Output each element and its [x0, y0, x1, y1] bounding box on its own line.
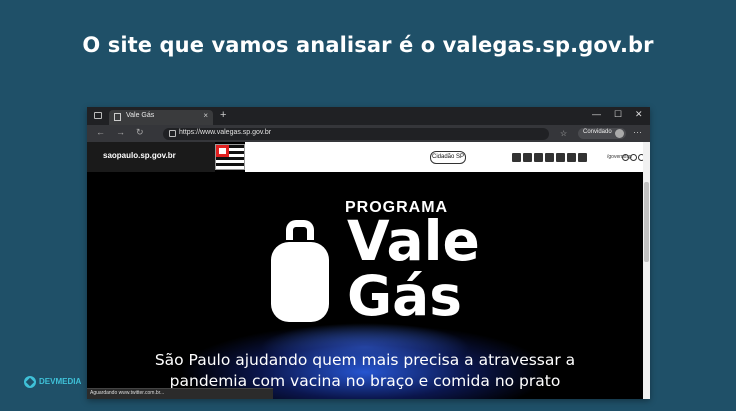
web-page: saopaulo.sp.gov.br Cidadão SP /governosp… — [87, 142, 643, 399]
twitter-icon[interactable] — [523, 153, 532, 162]
zoom-out-icon[interactable] — [622, 154, 629, 161]
tab-vale-gas[interactable]: Vale Gás × — [109, 110, 213, 125]
status-bar: Aguardando www.twitter.com.br... — [87, 388, 273, 399]
page-favicon-icon — [114, 113, 121, 121]
forward-button[interactable]: → — [116, 127, 125, 137]
slide-title: O site que vamos analisar é o valegas.sp… — [82, 33, 654, 57]
site-header-right: Cidadão SP /governosp — [245, 142, 643, 172]
site-header-left: saopaulo.sp.gov.br — [87, 142, 215, 172]
profile-label: Convidado — [583, 129, 612, 135]
address-bar[interactable]: https://www.valegas.sp.gov.br — [163, 128, 549, 140]
tab-title: Vale Gás — [126, 112, 155, 119]
back-button[interactable]: ← — [96, 127, 105, 137]
cidadao-sp-button[interactable]: Cidadão SP — [430, 151, 466, 164]
close-window-button[interactable]: ✕ — [635, 109, 643, 120]
hero-banner: PROGRAMA Vale Gás São Paulo ajudando que… — [87, 172, 643, 399]
menu-button[interactable]: ··· — [633, 127, 642, 137]
gas-heading: Gás — [347, 264, 462, 328]
profile-button[interactable]: Convidado — [578, 128, 626, 139]
reload-button[interactable]: ↻ — [136, 127, 144, 138]
status-text: Aguardando www.twitter.com.br... — [90, 390, 165, 396]
facebook-icon[interactable] — [512, 153, 521, 162]
gas-cylinder-icon — [271, 242, 329, 322]
new-tab-button[interactable]: + — [220, 109, 226, 121]
logo-text: DEVMEDIA — [39, 377, 82, 386]
tagline-line-1: São Paulo ajudando quem mais precisa a a… — [154, 351, 576, 369]
sp-flag-logo — [215, 144, 245, 170]
youtube-icon[interactable] — [556, 153, 565, 162]
lock-icon[interactable] — [169, 130, 176, 137]
vale-heading: Vale — [347, 209, 480, 273]
devmedia-logo-icon — [24, 376, 36, 388]
close-tab-icon[interactable]: × — [203, 111, 208, 120]
flag-canton — [216, 145, 229, 157]
zoom-in-icon[interactable] — [630, 154, 637, 161]
gas-cylinder-handle — [286, 220, 314, 240]
url-text[interactable]: https://www.valegas.sp.gov.br — [179, 129, 271, 136]
instagram-icon[interactable] — [534, 153, 543, 162]
tab-actions-icon[interactable] — [94, 112, 102, 119]
maximize-button[interactable]: ☐ — [614, 109, 622, 120]
minimize-button[interactable]: — — [592, 109, 601, 119]
flickr-icon[interactable] — [545, 153, 554, 162]
browser-window: Vale Gás × + — ☐ ✕ ← → ↻ https://www.val… — [87, 107, 650, 399]
linkedin-icon[interactable] — [578, 153, 587, 162]
tab-bar: Vale Gás × + — ☐ ✕ — [87, 107, 650, 125]
favorites-icon[interactable]: ☆ — [560, 129, 567, 138]
instagram-icon[interactable] — [567, 153, 576, 162]
scrollbar-thumb[interactable] — [644, 182, 649, 262]
avatar — [615, 129, 624, 138]
browser-toolbar: ← → ↻ https://www.valegas.sp.gov.br ☆ Co… — [87, 125, 650, 142]
site-domain-link[interactable]: saopaulo.sp.gov.br — [103, 151, 176, 160]
page-scrollbar[interactable] — [643, 142, 650, 399]
